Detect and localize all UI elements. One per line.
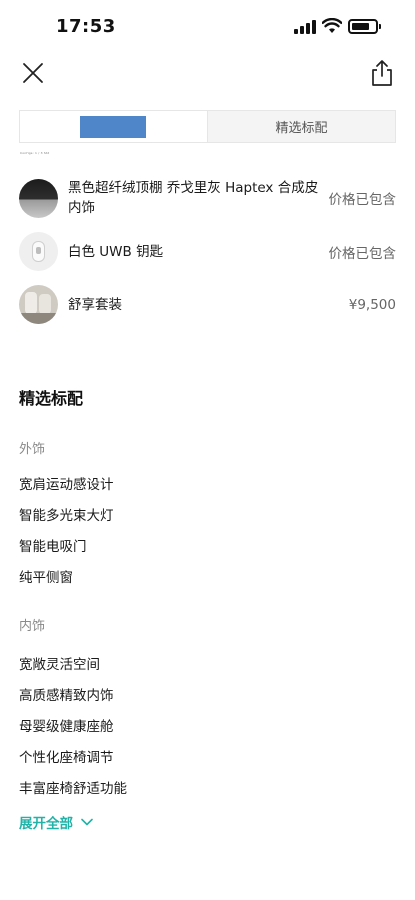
uwb-key-thumbnail bbox=[19, 232, 58, 271]
category-interior: 内饰 bbox=[19, 619, 46, 634]
feature-item: 宽肩运动感设计 bbox=[19, 477, 114, 493]
feature-item: 个性化座椅调节 bbox=[19, 750, 114, 766]
option-row-roof-interior: 黑色超纤绒顶棚 乔戈里灰 Haptex 合成皮内饰 价格已包含 bbox=[19, 178, 396, 218]
feature-item: 高质感精致内饰 bbox=[19, 688, 114, 704]
chevron-down-icon bbox=[81, 818, 93, 826]
feature-item: 智能电吸门 bbox=[19, 539, 87, 555]
feature-item: 丰富座椅舒适功能 bbox=[19, 781, 127, 797]
status-bar: 17:53 bbox=[0, 0, 415, 56]
option-price: ¥9,500 bbox=[348, 296, 396, 313]
tab-selected-config[interactable] bbox=[20, 111, 207, 142]
option-row-uwb-key: 白色 UWB 钥匙 价格已包含 bbox=[19, 232, 396, 271]
battery-icon bbox=[348, 19, 381, 34]
option-price: 价格已包含 bbox=[328, 192, 397, 208]
expand-all-link[interactable]: 展开全部 bbox=[19, 812, 93, 832]
roof-interior-thumbnail bbox=[19, 178, 58, 218]
expand-all-label: 展开全部 bbox=[19, 816, 73, 832]
tab-standard-features[interactable]: 精选标配 bbox=[207, 111, 395, 142]
option-name: 黑色超纤绒顶棚 乔戈里灰 Haptex 合成皮内饰 bbox=[68, 180, 319, 216]
comfort-pack-thumbnail bbox=[19, 285, 58, 324]
feature-item: 智能多光束大灯 bbox=[19, 508, 114, 524]
feature-item: 母婴级健康座舱 bbox=[19, 719, 114, 735]
option-price: 价格已包含 bbox=[328, 245, 397, 262]
option-name: 舒享套装 bbox=[68, 296, 122, 313]
category-exterior: 外饰 bbox=[19, 442, 46, 457]
features-title: 精选标配 bbox=[19, 389, 84, 408]
option-name: 白色 UWB 钥匙 bbox=[68, 243, 164, 260]
option-row-comfort-pack: 舒享套装 ¥9,500 bbox=[19, 285, 396, 324]
redacted-label bbox=[80, 116, 146, 138]
wifi-icon bbox=[322, 18, 342, 33]
close-icon[interactable] bbox=[20, 60, 46, 86]
tiny-caption: Configs: 1 / 3 Std bbox=[20, 151, 50, 155]
feature-item: 纯平侧窗 bbox=[19, 570, 73, 586]
tab-label: 精选标配 bbox=[275, 121, 328, 136]
signal-icon bbox=[294, 20, 316, 34]
share-icon[interactable] bbox=[369, 58, 395, 88]
feature-item: 宽敞灵活空间 bbox=[19, 657, 100, 673]
status-time: 17:53 bbox=[56, 16, 116, 37]
config-tabs: 精选标配 bbox=[19, 110, 396, 143]
